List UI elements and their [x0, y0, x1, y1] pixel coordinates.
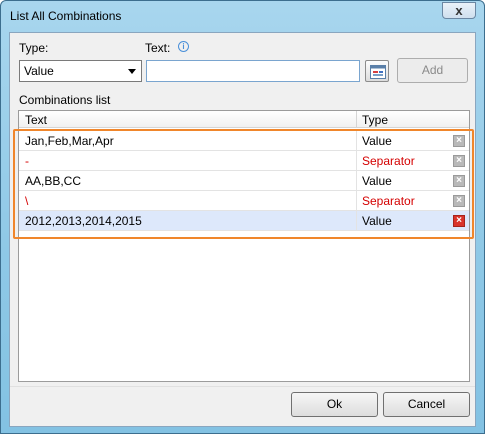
row-type: Value: [362, 174, 392, 188]
close-button[interactable]: x: [442, 2, 476, 19]
footer-divider: [10, 386, 475, 387]
row-text: 2012,2013,2014,2015: [25, 214, 142, 228]
cell-divider: [356, 171, 357, 191]
combinations-list[interactable]: Text Type Jan,Feb,Mar,Apr Value × - Sepa…: [18, 110, 470, 382]
range-select-icon: [370, 65, 386, 79]
list-rows: Jan,Feb,Mar,Apr Value × - Separator × AA…: [19, 131, 469, 231]
column-divider: [356, 111, 357, 128]
chevron-down-icon: [128, 69, 136, 74]
dialog-window: List All Combinations x Type: Text: i Va…: [0, 0, 485, 434]
row-type: Separator: [362, 194, 415, 208]
delete-icon[interactable]: ×: [453, 135, 465, 147]
list-row[interactable]: \ Separator ×: [19, 191, 469, 211]
cancel-button[interactable]: Cancel: [383, 392, 470, 417]
type-dropdown-value: Value: [24, 64, 54, 78]
add-button[interactable]: Add: [397, 58, 468, 83]
row-type: Separator: [362, 154, 415, 168]
cell-divider: [356, 211, 357, 231]
title-bar[interactable]: List All Combinations x: [1, 1, 484, 33]
list-row[interactable]: - Separator ×: [19, 151, 469, 171]
delete-icon[interactable]: ×: [453, 155, 465, 167]
close-icon: x: [455, 3, 463, 18]
row-text: AA,BB,CC: [25, 174, 82, 188]
cell-divider: [356, 191, 357, 211]
window-title: List All Combinations: [10, 9, 122, 23]
type-label: Type:: [19, 41, 49, 55]
list-row-selected[interactable]: 2012,2013,2014,2015 Value ×: [19, 211, 469, 231]
row-type: Value: [362, 134, 392, 148]
column-header-text[interactable]: Text: [25, 113, 47, 127]
ok-button[interactable]: Ok: [291, 392, 378, 417]
row-text: Jan,Feb,Mar,Apr: [25, 134, 114, 148]
list-row[interactable]: Jan,Feb,Mar,Apr Value ×: [19, 131, 469, 151]
delete-icon[interactable]: ×: [453, 175, 465, 187]
row-text: \: [25, 194, 29, 208]
list-row[interactable]: AA,BB,CC Value ×: [19, 171, 469, 191]
list-header: Text Type: [19, 111, 469, 128]
column-header-type[interactable]: Type: [362, 113, 388, 127]
type-dropdown[interactable]: Value: [19, 60, 142, 82]
select-range-button[interactable]: [365, 60, 389, 82]
row-type: Value: [362, 214, 392, 228]
cell-divider: [356, 151, 357, 171]
cell-divider: [356, 131, 357, 151]
dialog-body: Type: Text: i Value Add Combinations lis…: [9, 32, 476, 427]
info-icon[interactable]: i: [178, 41, 189, 52]
row-text: -: [25, 154, 29, 168]
combinations-list-label: Combinations list: [19, 93, 111, 107]
text-label: Text:: [145, 41, 171, 55]
delete-icon[interactable]: ×: [453, 215, 465, 227]
delete-icon[interactable]: ×: [453, 195, 465, 207]
text-input[interactable]: [146, 60, 360, 82]
